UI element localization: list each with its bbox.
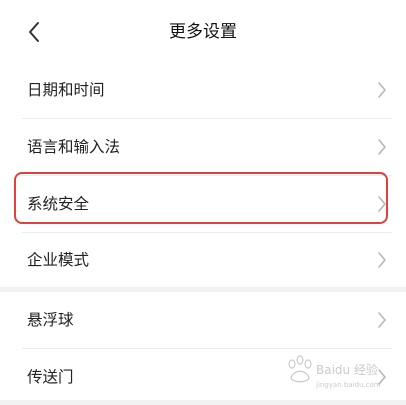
chevron-right-icon xyxy=(378,82,386,98)
chevron-right-icon xyxy=(378,139,386,155)
settings-item-language-input[interactable]: 语言和输入法 xyxy=(0,119,406,175)
settings-item-portal[interactable]: 传送门 xyxy=(0,349,406,405)
settings-item-label: 悬浮球 xyxy=(27,311,74,329)
settings-item-label: 传送门 xyxy=(27,368,74,386)
chevron-right-icon xyxy=(378,196,386,212)
settings-item-label: 语言和输入法 xyxy=(27,138,121,156)
settings-item-label: 系统安全 xyxy=(27,195,90,213)
settings-item-system-security[interactable]: 系统安全 xyxy=(0,176,406,232)
chevron-right-icon xyxy=(378,312,386,328)
settings-item-enterprise-mode[interactable]: 企业模式 xyxy=(0,232,406,288)
settings-item-label: 日期和时间 xyxy=(27,81,105,99)
settings-group-general: 日期和时间 语言和输入法 系统安全 企业模式 xyxy=(0,62,406,287)
settings-item-label: 企业模式 xyxy=(27,251,90,269)
header-bar: 更多设置 xyxy=(0,0,406,64)
chevron-right-icon xyxy=(378,252,386,268)
chevron-right-icon xyxy=(378,369,386,385)
settings-item-date-time[interactable]: 日期和时间 xyxy=(0,62,406,118)
page-title: 更多设置 xyxy=(169,22,237,42)
settings-item-floating-ball[interactable]: 悬浮球 xyxy=(0,292,406,348)
settings-group-tools: 悬浮球 传送门 xyxy=(0,292,406,400)
